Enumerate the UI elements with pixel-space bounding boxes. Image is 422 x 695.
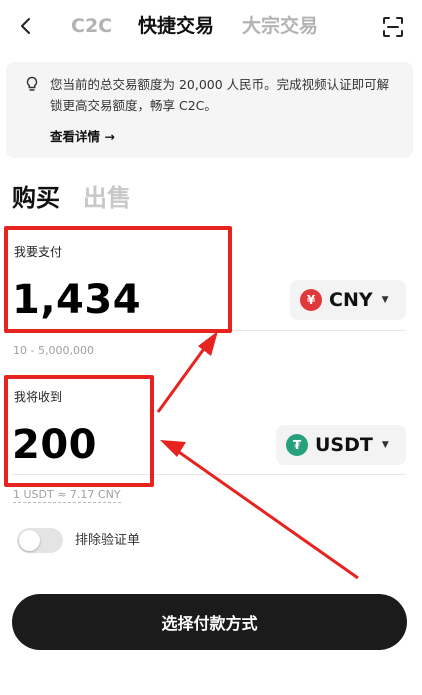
top-nav-bar: C2C 快捷交易 大宗交易 [0, 0, 422, 52]
tab-block-trade[interactable]: 大宗交易 [242, 13, 318, 39]
tab-buy[interactable]: 购买 [12, 182, 60, 214]
pay-highlight-box [4, 226, 232, 333]
usdt-coin-icon: ₮ [286, 434, 308, 456]
receive-currency-selector[interactable]: ₮ USDT ▼ [276, 425, 406, 465]
select-payment-method-button[interactable]: 选择付款方式 [12, 594, 407, 650]
toggle-knob [19, 530, 40, 551]
lightbulb-icon [25, 76, 39, 92]
scan-icon[interactable] [382, 16, 404, 38]
exchange-rate-hint: 1 USDT ≈ 7.17 CNY [13, 488, 121, 503]
pay-currency-code: CNY [329, 289, 373, 311]
view-details-link[interactable]: 查看详情 → [50, 128, 115, 146]
caret-down-icon: ▼ [381, 295, 389, 305]
exclude-verified-toggle[interactable] [17, 528, 63, 553]
receive-currency-code: USDT [315, 434, 373, 456]
caret-down-icon: ▼ [381, 440, 389, 450]
tab-c2c[interactable]: C2C [71, 13, 112, 39]
notice-text: 您当前的总交易额度为 20,000 人民币。完成视频认证即可解锁更高交易额度，畅… [50, 77, 390, 113]
chevron-left-icon[interactable] [14, 12, 38, 40]
exclude-verified-label: 排除验证单 [75, 533, 141, 548]
receive-highlight-box [4, 375, 154, 487]
pay-range-hint: 10 - 5,000,000 [13, 344, 94, 357]
tab-quick-trade[interactable]: 快捷交易 [138, 13, 214, 39]
arrow-to-pay-box [156, 331, 218, 413]
cny-coin-icon: ¥ [300, 289, 322, 311]
pay-currency-selector[interactable]: ¥ CNY ▼ [290, 280, 406, 320]
tab-sell[interactable]: 出售 [83, 182, 131, 214]
